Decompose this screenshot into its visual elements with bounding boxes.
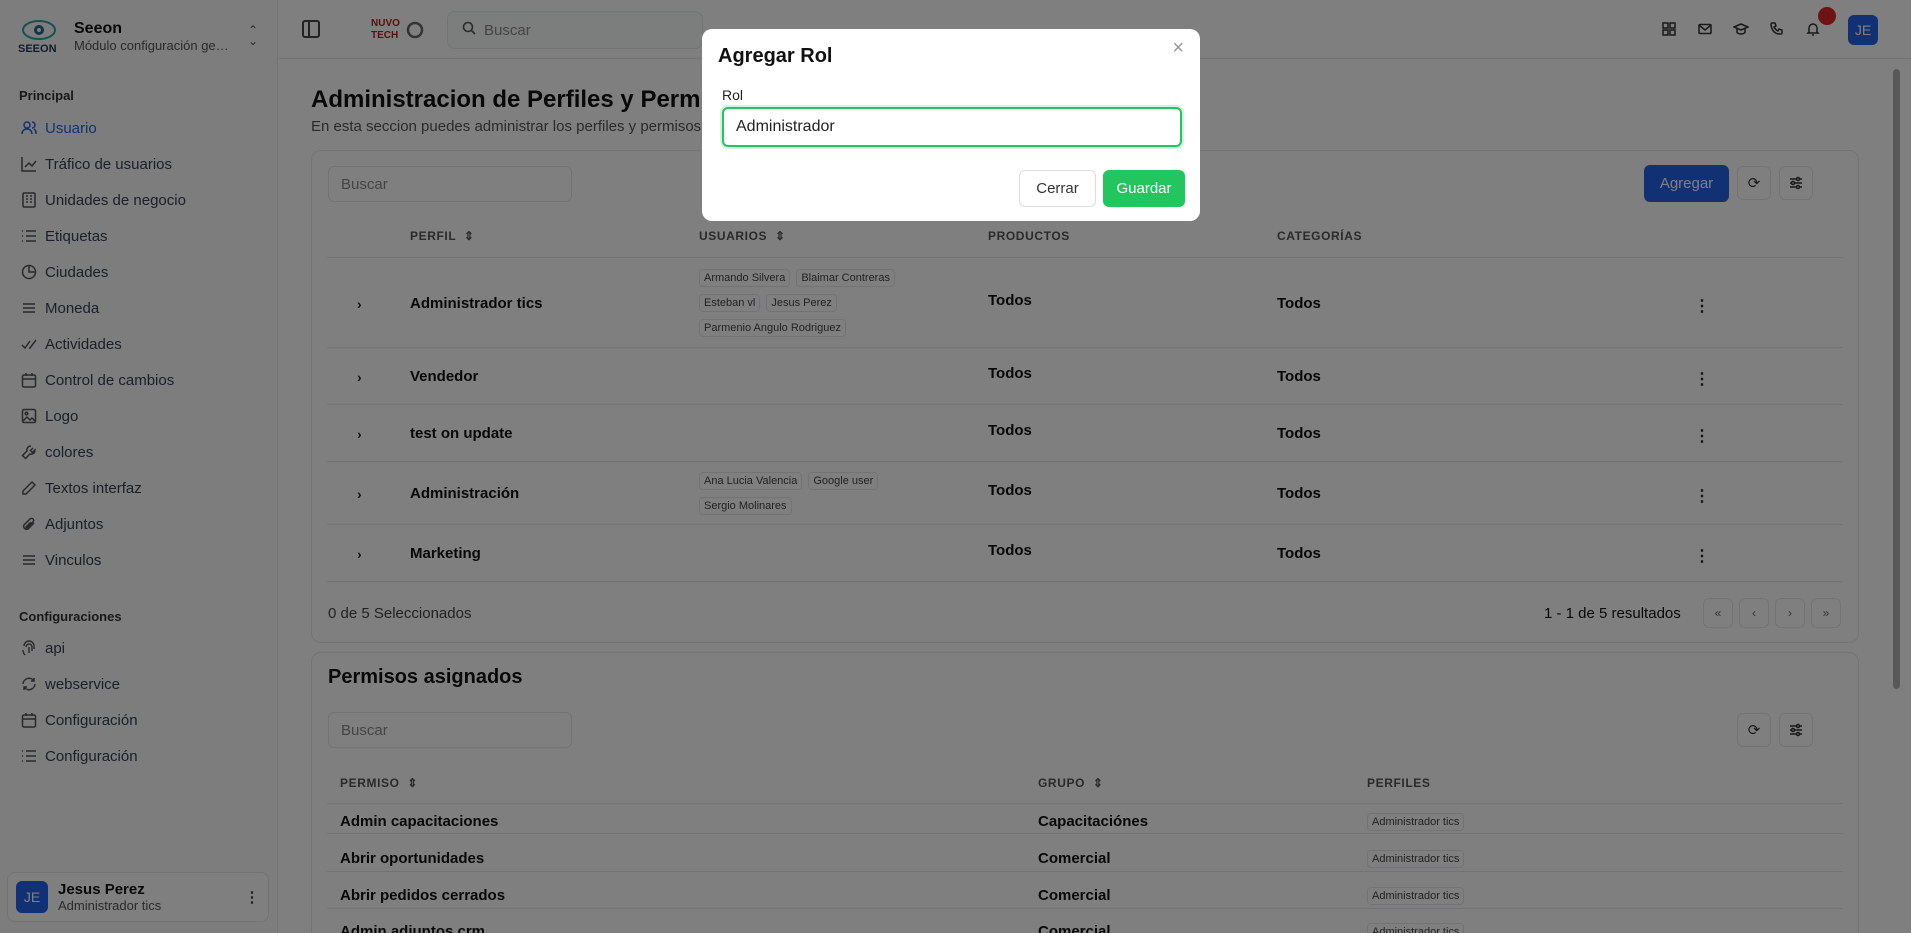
role-input-value: Administrador <box>736 118 835 135</box>
add-role-dialog: Agregar Rol × Rol Administrador Cerrar G… <box>702 29 1200 221</box>
role-label: Rol <box>722 87 744 103</box>
cancel-button[interactable]: Cerrar <box>1019 170 1096 207</box>
save-button[interactable]: Guardar <box>1103 170 1185 207</box>
role-input[interactable]: Administrador <box>722 107 1182 147</box>
close-icon[interactable]: × <box>1172 37 1184 60</box>
dialog-title: Agregar Rol <box>718 45 833 67</box>
